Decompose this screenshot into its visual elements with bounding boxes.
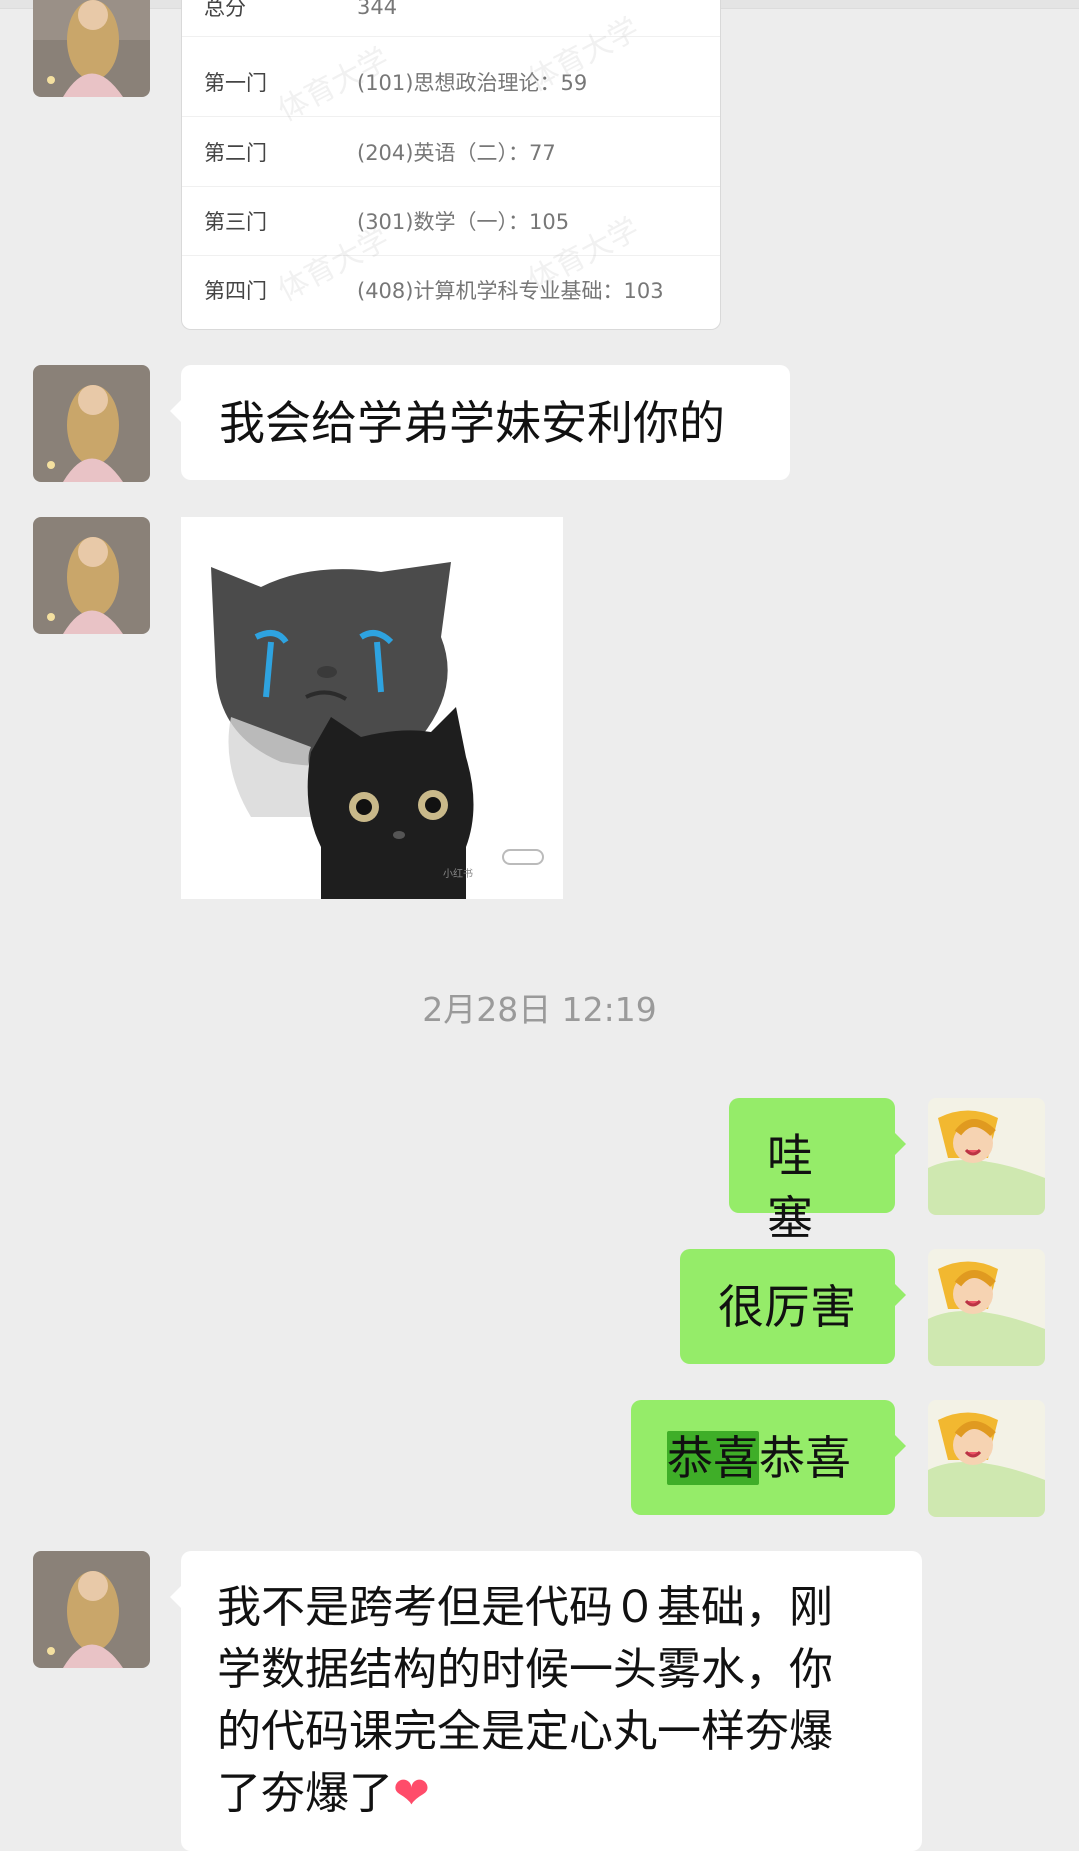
outgoing-message[interactable]: 哇塞 [729,1098,906,1245]
anime-boy-avatar-icon [928,1249,1045,1366]
score-row: 第二门 (204)英语（二）：77 [182,117,720,187]
score-value: (408)计算机学科专业基础：103 [357,278,664,303]
score-label: 第三门 [204,209,267,234]
outgoing-message[interactable]: 很厉害 [680,1249,906,1364]
anime-boy-avatar-icon [928,1400,1045,1517]
message-line: 了夯爆了 [217,1768,393,1819]
crying-cat-sticker [181,517,563,899]
score-value: (204)英语（二）：77 [357,140,556,165]
score-label: 第二门 [204,140,267,165]
woman-avatar-icon [33,365,150,482]
contact-avatar[interactable] [33,517,150,634]
contact-avatar[interactable] [33,1551,150,1668]
anime-boy-avatar-icon [928,1098,1045,1215]
message-text: 恭喜 [759,1431,851,1485]
contact-avatar[interactable] [33,365,150,482]
my-avatar[interactable] [928,1249,1045,1366]
score-row: 第三门 (301)数学（一）：105 [182,186,720,256]
outgoing-message[interactable]: 恭喜恭喜 [631,1400,906,1515]
contact-avatar[interactable] [33,0,150,97]
my-avatar[interactable] [928,1098,1045,1215]
highlighted-text: 恭喜 [667,1431,759,1485]
message-timestamp: 2月28日 12:19 [422,990,657,1029]
score-row: 总分 344 [182,0,720,37]
message-text: 很厉害 [718,1280,856,1334]
score-value: (301)数学（一）：105 [357,209,570,234]
heart-emoji-icon: ❤ [393,1768,430,1819]
message-line-last: 了夯爆了❤ [217,1763,886,1825]
score-value: (101)思想政治理论：59 [357,70,588,95]
message-line: 学数据结构的时候一头雾水，你 [217,1644,833,1695]
incoming-message[interactable]: 我会给学弟学妹安利你的 [170,365,790,480]
score-row: 第一门 (101)思想政治理论：59 [182,47,720,117]
woman-avatar-icon [33,0,150,97]
score-value: 344 [357,0,398,19]
score-card[interactable]: 总分 344 第一门 (101)思想政治理论：59 第二门 (204)英语（二）… [181,0,721,330]
message-line: 的代码课完全是定心丸一样夯爆 [217,1706,833,1757]
score-label: 第一门 [204,70,267,95]
incoming-message[interactable]: 我不是跨考但是代码０基础，刚 学数据结构的时候一头雾水，你 的代码课完全是定心丸… [170,1551,922,1851]
score-row: 第四门 (408)计算机学科专业基础：103 [182,255,720,324]
woman-avatar-icon [33,517,150,634]
score-label: 总分 [204,0,246,20]
cat-sticker-image[interactable]: 小红书 [181,517,563,899]
score-label: 第四门 [204,278,267,303]
message-line: 我不是跨考但是代码０基础，刚 [217,1582,833,1633]
message-text: 我会给学弟学妹安利你的 [219,396,725,450]
my-avatar[interactable] [928,1400,1045,1517]
woman-avatar-icon [33,1551,150,1668]
message-text: 哇塞 [767,1129,813,1245]
sticker-caption: 小红书 [443,869,473,880]
